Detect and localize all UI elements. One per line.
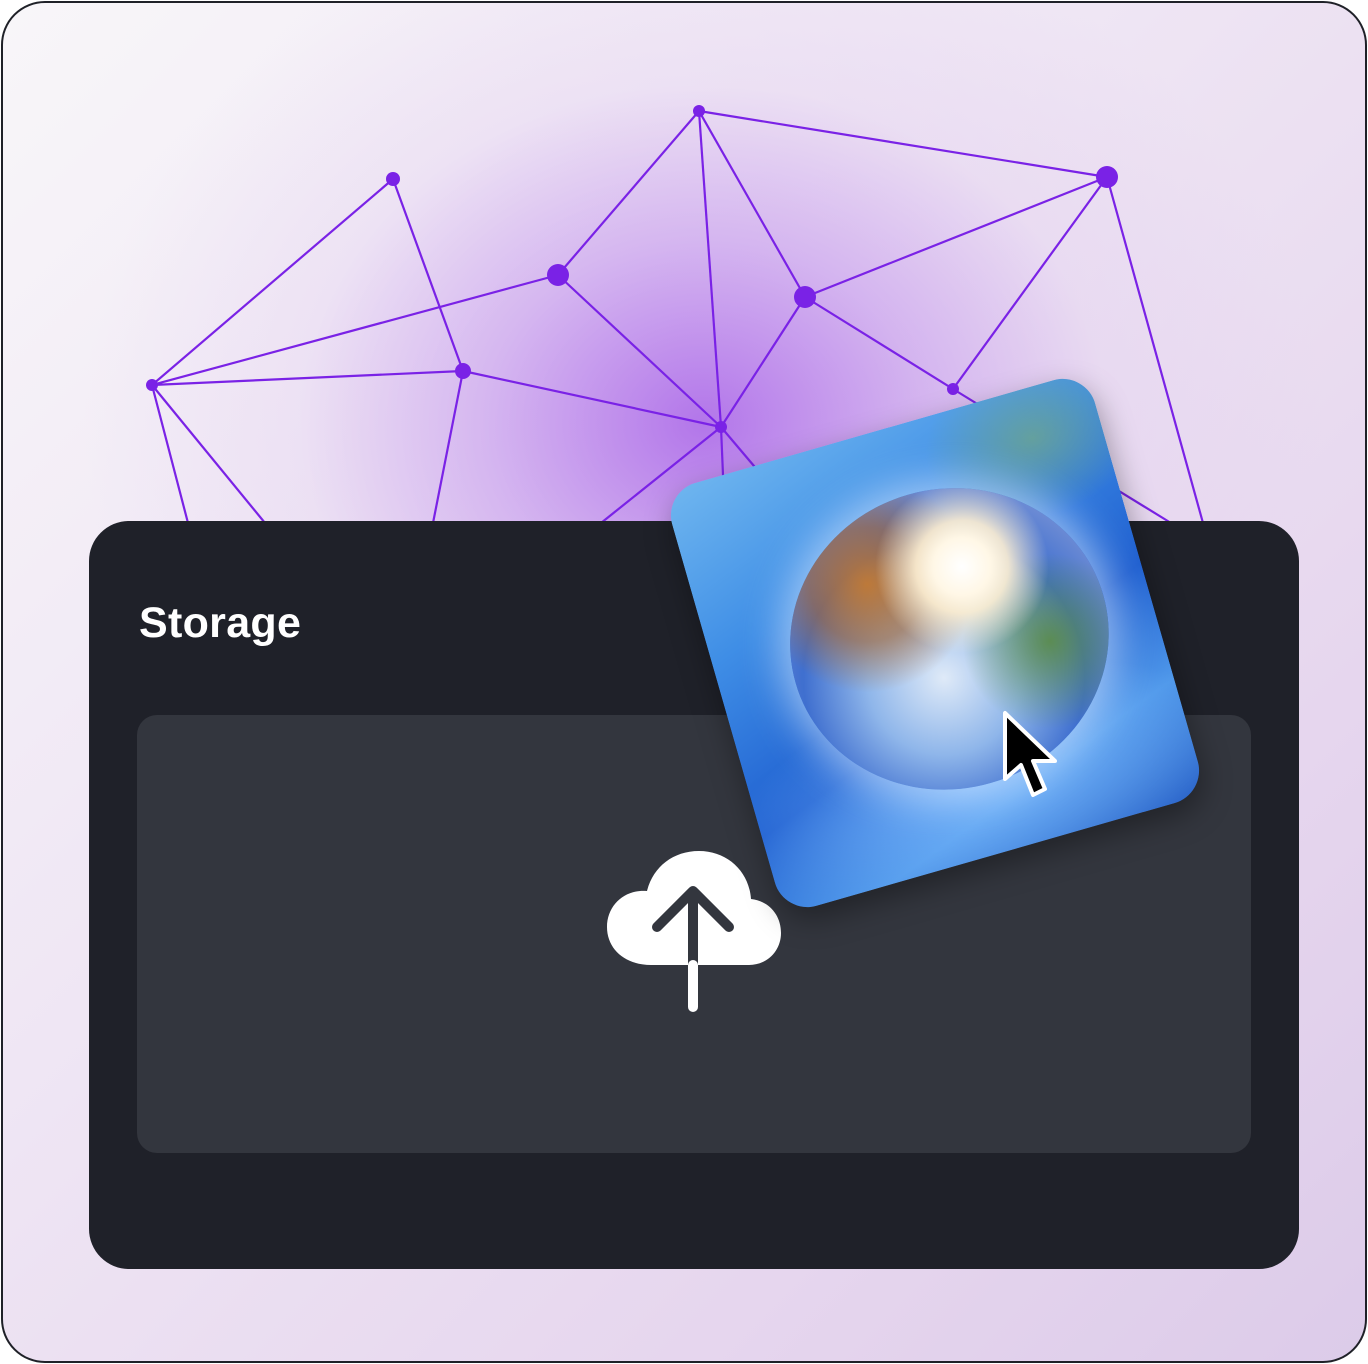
app-frame: Storage [1,1,1367,1363]
cloud-upload-icon [607,851,781,1012]
mouse-pointer-icon [1003,711,1057,797]
panel-title: Storage [139,599,302,647]
